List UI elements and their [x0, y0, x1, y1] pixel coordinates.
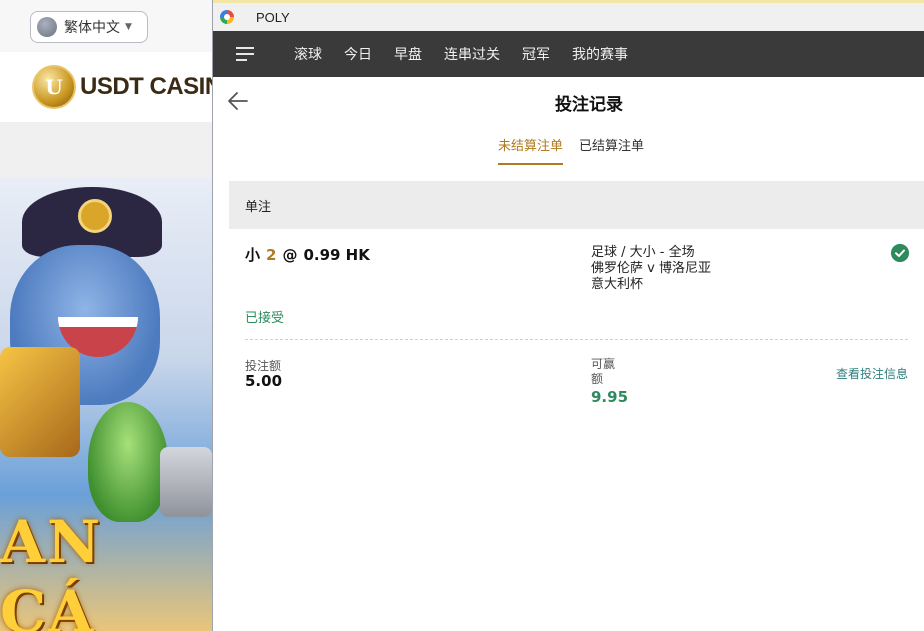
language-select[interactable]: 繁体中文 ▼	[30, 11, 148, 43]
menu-icon[interactable]	[236, 47, 254, 61]
bet-market: 足球 / 大小 - 全场	[591, 245, 695, 260]
window-titlebar[interactable]: POLY	[213, 0, 924, 31]
tab-unsettled[interactable]: 未结算注单	[498, 135, 564, 165]
nav-item-parlay[interactable]: 连串过关	[444, 44, 500, 64]
app-icon	[220, 10, 234, 24]
hat-emblem-art	[78, 199, 112, 233]
bet-status-tabs: 未结算注单 已结算注单	[498, 135, 660, 165]
check-circle-icon	[891, 244, 909, 262]
bet-odds: 0.99 HK	[303, 246, 370, 264]
bet-league: 意大利杯	[591, 277, 644, 292]
treasure-chest-art	[0, 347, 80, 457]
potential-win-value: 9.95	[591, 388, 629, 406]
globe-icon	[37, 17, 57, 37]
game-banner-image[interactable]: AN CÁ	[0, 177, 212, 631]
tab-settled[interactable]: 已结算注单	[579, 135, 644, 165]
top-nav: 滚球 今日 早盘 连串过关 冠军 我的赛事	[213, 31, 924, 77]
bet-at-sign: @	[282, 246, 298, 264]
bet-handicap-line: 2	[266, 246, 277, 264]
poly-window: POLY 滚球 今日 早盘 连串过关 冠军 我的赛事 投注记录 未结算注单 已结…	[212, 0, 924, 631]
bet-match-info: 足球 / 大小 - 全场 佛罗伦萨 v 博洛尼亚 意大利杯	[591, 245, 711, 293]
section-header-single: 单注	[229, 181, 924, 229]
bet-status-text: 已接受	[245, 311, 285, 326]
potential-win-label: 可赢额	[591, 357, 616, 386]
language-select-value: 繁体中文	[64, 20, 120, 36]
logo-text: USDT CASIN	[80, 73, 222, 100]
site-logo[interactable]: U USDT CASIN	[32, 65, 222, 109]
nav-item-today[interactable]: 今日	[344, 44, 372, 64]
view-bet-details-link[interactable]: 查看投注信息	[836, 365, 908, 382]
stake-value: 5.00	[245, 372, 283, 390]
banner-title: AN CÁ	[0, 508, 103, 631]
page-title: 投注记录	[555, 95, 623, 115]
page-header: 投注记录	[213, 77, 924, 127]
nav-item-live[interactable]: 滚球	[294, 44, 322, 64]
chevron-down-icon: ▼	[125, 22, 132, 32]
nav-item-outright[interactable]: 冠军	[522, 44, 550, 64]
window-title: POLY	[256, 9, 290, 25]
logo-coin-icon: U	[32, 65, 76, 109]
dashed-divider	[245, 339, 908, 340]
bet-match: 佛罗伦萨 v 博洛尼亚	[591, 261, 711, 276]
nav-item-early[interactable]: 早盘	[394, 44, 422, 64]
bet-selection-line: 小 2 @0.99 HK	[245, 244, 370, 265]
nav-item-my-events[interactable]: 我的赛事	[572, 44, 628, 64]
turtle-art	[88, 402, 168, 522]
bet-selection: 小	[245, 246, 261, 264]
